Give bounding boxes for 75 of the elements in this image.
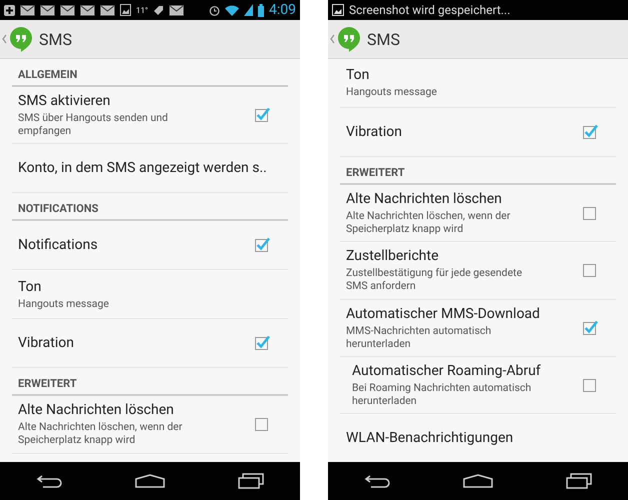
checkbox[interactable] — [254, 335, 270, 352]
back-icon[interactable] — [36, 474, 62, 488]
setting-row[interactable]: Zustellberichte Zustellbestätigung für jede gesendete SMS anfordern — [340, 242, 616, 300]
setting-row[interactable]: Ton Hangouts message — [12, 270, 288, 320]
setting-title: Ton — [346, 67, 370, 84]
setting-row[interactable]: Ton Hangouts message — [340, 59, 616, 108]
wifi-icon — [225, 4, 239, 16]
hangouts-logo-icon — [337, 26, 361, 52]
setting-title: Alte Nachrichten löschen — [346, 191, 503, 207]
envelope-icon — [60, 4, 75, 16]
checkbox[interactable] — [254, 107, 270, 124]
setting-summary: Alte Nachrichten löschen, wenn der Speicherplatz knapp wird — [346, 209, 512, 236]
setting-summary: MMS-Nachrichten automatisch herunterladen — [346, 324, 492, 350]
setting-row[interactable]: Automatischer Roaming-Abruf Bei Roaming Nachrichten automatisch herunterladen — [340, 356, 616, 414]
envelope-icon — [20, 4, 35, 16]
setting-title: Automatischer Roaming-Abruf — [352, 362, 542, 379]
setting-title: Konto, in dem SMS angezeigt werden s.. — [18, 160, 268, 176]
section-header: ERWEITERT — [340, 157, 616, 185]
section-header: ALLGEMEIN — [12, 59, 288, 87]
checkbox[interactable] — [582, 124, 598, 140]
envelope-icon — [168, 4, 184, 16]
setting-title: Vibration — [18, 335, 75, 352]
setting-row[interactable]: Notifications — [12, 221, 288, 270]
checkbox[interactable] — [582, 262, 598, 278]
recent-apps-icon[interactable] — [238, 473, 264, 489]
section-header: ERWEITERT — [12, 368, 288, 396]
setting-summary: Bei Roaming Nachrichten automatisch herunterladen — [352, 380, 532, 407]
checkbox[interactable] — [582, 320, 598, 336]
temperature-text: 11° — [136, 6, 148, 14]
checkbox[interactable] — [254, 416, 270, 432]
envelope-icon — [100, 4, 115, 16]
setting-row[interactable]: Konto, in dem SMS angezeigt werden s.. — [12, 144, 288, 194]
setting-title: Automatischer MMS-Download — [346, 306, 541, 322]
setting-summary: Hangouts message — [18, 296, 110, 310]
alarm-clock-icon — [209, 4, 220, 16]
battery-icon — [258, 4, 264, 16]
recent-apps-icon[interactable] — [566, 473, 592, 489]
setting-title: WLAN-Benachrichtigungen — [346, 430, 514, 446]
back-icon[interactable] — [364, 474, 390, 488]
setting-row[interactable]: Alte Nachrichten löschen Alte Nachrichten löschen, wenn der Speicherplatz knapp wird — [340, 185, 616, 242]
setting-summary: SMS über Hangouts senden und empfangen — [18, 111, 169, 138]
checkbox[interactable] — [582, 376, 598, 393]
setting-title: Vibration — [346, 124, 403, 140]
plus-icon — [4, 4, 15, 16]
setting-row[interactable]: Vibration — [12, 319, 288, 368]
back-caret-icon[interactable] — [330, 34, 335, 44]
envelope-icon — [80, 4, 95, 16]
setting-title: Zustellberichte — [346, 248, 440, 264]
setting-title: Notifications — [18, 237, 99, 254]
image-icon — [332, 4, 344, 16]
setting-summary: Alte Nachrichten löschen, wenn der Speicherplatz knapp wird — [18, 420, 184, 446]
setting-summary: Zustellbestätigung für jede gesendete SMS anfordern — [346, 266, 524, 292]
section-header: NOTIFICATIONS — [12, 193, 288, 222]
setting-summary: Hangouts message — [346, 85, 438, 99]
home-icon[interactable] — [134, 474, 165, 488]
setting-title: Ton — [18, 278, 42, 295]
setting-row[interactable]: Alte Nachrichten löschen Alte Nachrichten löschen, wenn der Speicherplatz knapp wird — [12, 396, 288, 454]
notification-text: Screenshot wird gespeichert... — [349, 3, 510, 17]
checkbox[interactable] — [582, 205, 598, 222]
setting-row[interactable]: Automatischer MMS-Download MMS-Nachrichten automatisch herunterladen — [340, 300, 616, 357]
tag-icon — [152, 4, 164, 16]
envelope-icon — [40, 4, 55, 16]
checkbox[interactable] — [254, 237, 270, 254]
signal-icon — [244, 4, 253, 16]
screen-title: SMS — [367, 30, 400, 48]
setting-row[interactable]: Vibration — [340, 108, 616, 157]
hangouts-logo-icon — [9, 26, 33, 52]
image-icon — [120, 4, 131, 16]
setting-row[interactable]: SMS aktivieren SMS über Hangouts senden und empfangen — [12, 87, 288, 144]
setting-title: Alte Nachrichten löschen — [18, 402, 175, 418]
screen-title: SMS — [39, 30, 72, 48]
home-icon[interactable] — [462, 474, 493, 488]
clock-time: 4:09 — [269, 2, 296, 18]
setting-title: SMS aktivieren — [18, 93, 112, 109]
back-caret-icon[interactable] — [2, 34, 7, 44]
